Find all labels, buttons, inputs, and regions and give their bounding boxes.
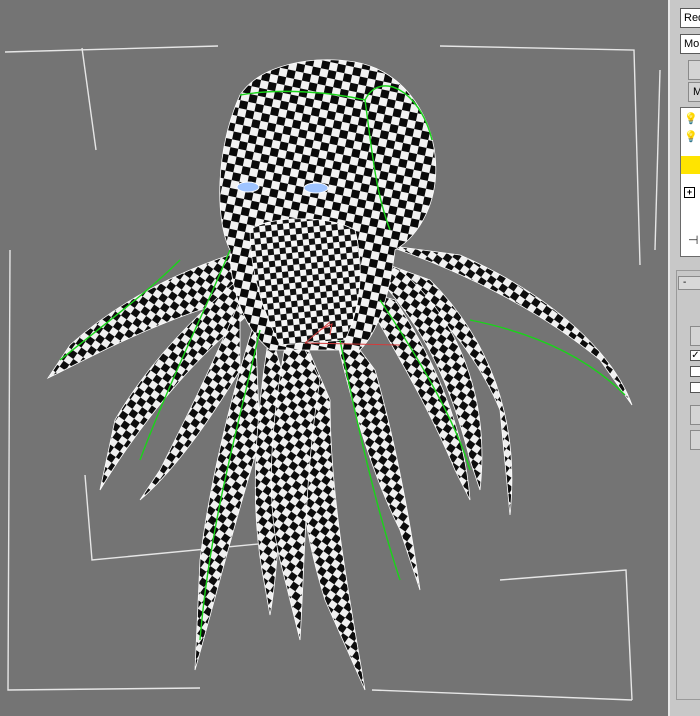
rollout-collapse-button[interactable]: -: [678, 276, 700, 290]
option-checkbox-3[interactable]: [690, 382, 700, 393]
pin-icon[interactable]: ⊣: [688, 233, 698, 247]
rollout-button[interactable]: [690, 326, 700, 346]
rollout-button-3[interactable]: [690, 430, 700, 450]
right-eye: [303, 182, 329, 194]
perspective-viewport[interactable]: [0, 0, 668, 716]
command-panel: Red Mo M 💡 💡 + ⊣ - ✓: [668, 0, 700, 716]
scene-canvas[interactable]: [0, 0, 668, 716]
modifier-stack-button[interactable]: [688, 60, 700, 80]
rollout-button-2[interactable]: [690, 405, 700, 425]
option-checkbox-1[interactable]: ✓: [690, 350, 700, 361]
stack-item-2[interactable]: 💡: [681, 128, 700, 146]
modifier-list-dropdown[interactable]: Mo: [680, 34, 700, 54]
option-checkbox-2[interactable]: [690, 366, 700, 377]
light-bulb-icon[interactable]: 💡: [684, 131, 698, 143]
object-name-field[interactable]: Red: [680, 8, 700, 28]
expand-icon[interactable]: +: [684, 187, 695, 198]
modifier-m-button[interactable]: M: [688, 82, 700, 102]
left-eye: [236, 181, 260, 193]
light-bulb-icon[interactable]: 💡: [684, 113, 698, 125]
stack-item-1[interactable]: 💡: [681, 110, 700, 128]
stack-item-selected[interactable]: [681, 156, 700, 174]
